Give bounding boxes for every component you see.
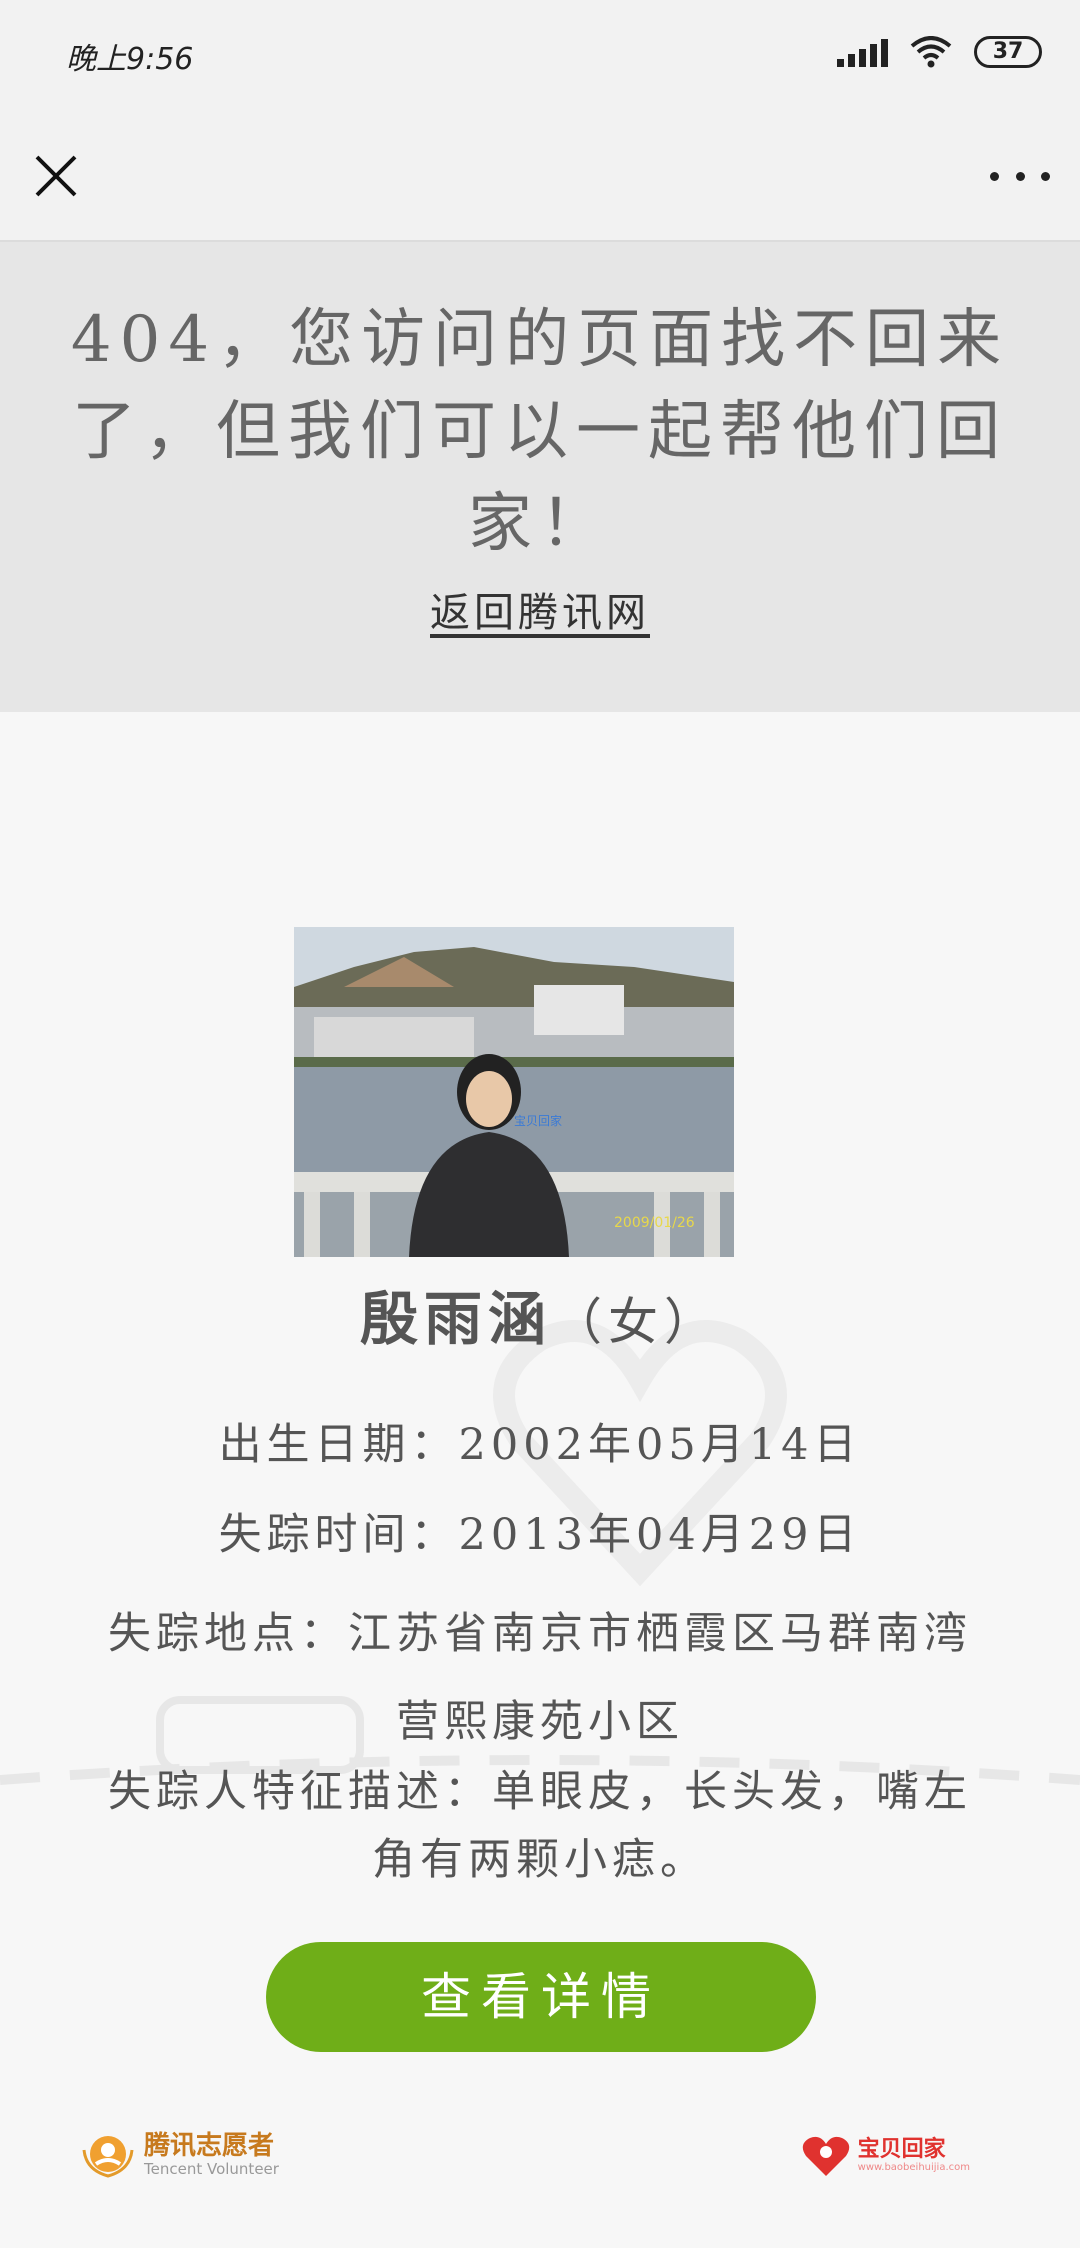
volunteer-logo-name: 腾讯志愿者	[144, 2131, 275, 2161]
person-name: 殷雨涵（女）	[0, 1272, 1080, 1356]
status-time: 晚上9:56	[66, 42, 194, 77]
status-icons: 37	[837, 36, 1042, 68]
more-icon	[990, 171, 999, 181]
signal-icon	[837, 37, 888, 67]
missing-place: 失踪地点：江苏省南京市栖霞区马群南湾营熙康苑小区	[108, 1609, 972, 1747]
more-button[interactable]	[990, 158, 1050, 194]
battery-level: 37	[992, 39, 1024, 64]
baobei-huijia-logo[interactable]: 宝贝回家 www.baobeihuijia.com	[800, 2132, 970, 2180]
photo-date: 2009/01/26	[614, 1215, 695, 1231]
tencent-volunteer-logo[interactable]: 腾讯志愿者 Tencent Volunteer	[80, 2130, 279, 2180]
volunteer-logo-sub: Tencent Volunteer	[144, 2160, 279, 2178]
gender-text: （女）	[552, 1293, 720, 1351]
status-bar: 晚上9:56 37	[0, 0, 1080, 110]
volunteer-icon	[82, 2136, 134, 2178]
birth-date: 出生日期：2002年05月14日	[218, 1420, 862, 1470]
baobei-logo-sub: www.baobeihuijia.com	[857, 2162, 970, 2173]
battery-icon: 37	[974, 36, 1042, 68]
missing-person-photo: 宝贝回家 2009/01/26	[294, 927, 734, 1257]
view-details-button[interactable]: 查看详情	[266, 1942, 816, 2052]
close-button[interactable]	[28, 148, 84, 204]
back-link-wrapper: 返回腾讯网	[0, 580, 1080, 638]
error-banner: 404，您访问的页面找不回来了，但我们可以一起帮他们回家！ 返回腾讯网	[0, 242, 1080, 712]
name-text: 殷雨涵	[359, 1285, 552, 1353]
baobei-heart-icon	[802, 2136, 849, 2176]
features-description: 失踪人特征描述：单眼皮，长头发，嘴左角有两颗小痣。	[108, 1767, 972, 1885]
missing-time: 失踪时间：2013年04月29日	[218, 1510, 862, 1560]
back-to-tencent-link[interactable]: 返回腾讯网	[430, 590, 650, 636]
nav-bar	[0, 110, 1080, 242]
photo-watermark: 宝贝回家	[514, 1113, 562, 1128]
baobei-logo-name: 宝贝回家	[857, 2137, 946, 2162]
error-message: 404，您访问的页面找不回来了，但我们可以一起帮他们回家！	[70, 303, 1010, 561]
close-icon	[35, 155, 77, 197]
wifi-icon	[910, 36, 952, 68]
